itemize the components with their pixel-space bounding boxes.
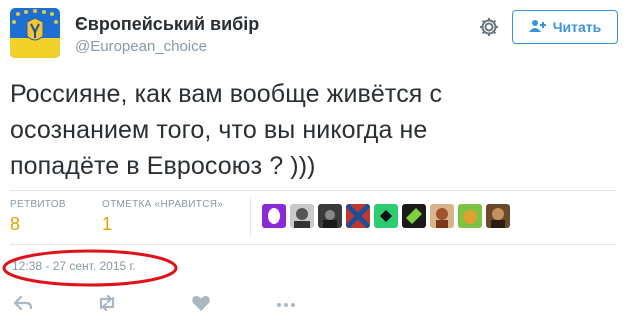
likes-stat[interactable]: ОТМЕТКА «НРАВИТСЯ» 1 <box>102 199 223 235</box>
likes-label: ОТМЕТКА «НРАВИТСЯ» <box>102 199 224 210</box>
liker-avatar[interactable] <box>290 204 314 228</box>
liker-avatars <box>262 204 510 228</box>
retweets-label: РЕТВИТОВ <box>10 199 66 210</box>
follow-button-label: Читать <box>552 19 602 35</box>
tweet-text-line: осознанием того, что вы никогда не <box>10 116 428 144</box>
liker-avatar[interactable] <box>346 204 370 228</box>
reply-icon[interactable] <box>12 292 34 314</box>
liker-avatar[interactable] <box>318 204 342 228</box>
retweet-icon[interactable] <box>96 292 118 314</box>
retweets-stat[interactable]: РЕТВИТОВ 8 <box>10 199 66 235</box>
liker-avatar[interactable] <box>430 204 454 228</box>
liker-avatar[interactable] <box>458 204 482 228</box>
heart-icon[interactable] <box>190 292 212 314</box>
divider <box>10 244 617 245</box>
user-handle[interactable]: @European_choice <box>75 38 207 55</box>
stats-separator <box>250 198 251 236</box>
liker-avatar[interactable] <box>262 204 286 228</box>
more-icon[interactable] <box>275 292 297 314</box>
liker-avatar[interactable] <box>374 204 398 228</box>
likes-count: 1 <box>102 214 113 234</box>
divider <box>10 190 617 191</box>
liker-avatar[interactable] <box>402 204 426 228</box>
tweet-timestamp[interactable]: 12:38 - 27 сент. 2015 г. <box>12 259 136 273</box>
follow-user-plus-icon <box>528 19 547 36</box>
settings-gear-icon[interactable] <box>478 16 500 38</box>
tweet-text: Россияне, как вам вообще живётся с осозн… <box>10 76 610 184</box>
follow-button[interactable]: Читать <box>512 10 618 44</box>
liker-avatar[interactable] <box>486 204 510 228</box>
profile-avatar[interactable] <box>10 8 60 58</box>
tweet-text-line: Россияне, как вам вообще живётся с <box>10 80 443 108</box>
display-name[interactable]: Європейський вибір <box>75 14 259 35</box>
tweet-text-line: попадёте в Евросоюз ? ))) <box>10 152 316 180</box>
retweets-count: 8 <box>10 214 21 234</box>
